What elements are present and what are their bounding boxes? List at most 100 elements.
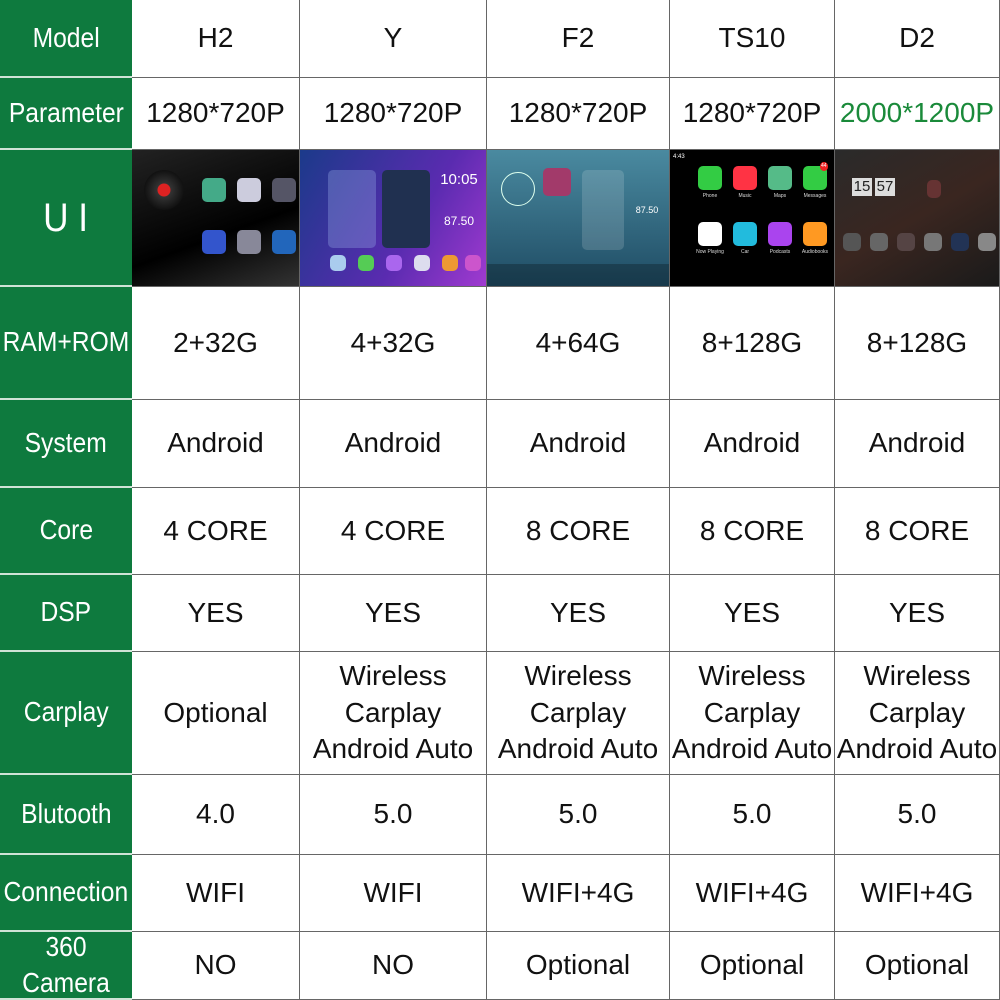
h2-ui-screenshot bbox=[132, 150, 299, 286]
cell-carplay: Wireless Carplay Android Auto bbox=[300, 652, 487, 775]
row-label-text: Blutooth bbox=[20, 797, 112, 829]
cell-blutooth: 5.0 bbox=[835, 775, 1000, 855]
cell-connection: WIFI+4G bbox=[487, 855, 670, 932]
notification-badge: 44 bbox=[820, 162, 828, 171]
cell-connection: WIFI bbox=[300, 855, 487, 932]
cell-connection: WIFI+4G bbox=[835, 855, 1000, 932]
row-label-model: Model bbox=[0, 0, 132, 78]
comparison-table: Model H2 Y F2 TS10 D2 Parameter 1280*720P 1280*7… bbox=[0, 0, 1000, 1000]
cell-360-camera: Optional bbox=[835, 932, 1000, 1000]
cell-core: 8 CORE bbox=[487, 488, 670, 575]
ts10-ui-screenshot: 4:43 44 Phone Music Maps Messages Now Pl… bbox=[670, 150, 834, 286]
app-label: Maps bbox=[773, 193, 787, 199]
cell-model: TS10 bbox=[670, 0, 835, 78]
ui-screenshot-cell: 4:43 44 Phone Music Maps Messages Now Pl… bbox=[670, 150, 835, 287]
row-label-text: DSP bbox=[40, 596, 92, 628]
cell-parameter: 1280*720P bbox=[670, 78, 835, 150]
row-label-text: 360 Camera bbox=[22, 932, 110, 998]
cell-blutooth: 4.0 bbox=[132, 775, 300, 855]
row-label-text: Carplay bbox=[23, 696, 109, 728]
row-label-blutooth: Blutooth bbox=[0, 775, 132, 855]
cell-dsp: YES bbox=[132, 575, 300, 652]
y-ui-screenshot: 10:05 87.50 bbox=[300, 150, 486, 286]
row-label-system: System bbox=[0, 400, 132, 488]
cell-dsp: YES bbox=[835, 575, 1000, 652]
cell-blutooth: 5.0 bbox=[487, 775, 670, 855]
cell-parameter: 1280*720P bbox=[487, 78, 670, 150]
row-label-dsp: DSP bbox=[0, 575, 132, 652]
cell-model: F2 bbox=[487, 0, 670, 78]
clock-icon bbox=[501, 172, 535, 206]
cell-dsp: YES bbox=[300, 575, 487, 652]
cell-system: Android bbox=[132, 400, 300, 488]
cell-connection: WIFI bbox=[132, 855, 300, 932]
ui-screenshot-cell: 87.50 bbox=[487, 150, 670, 287]
radio-frequency: 87.50 bbox=[635, 205, 659, 215]
cell-360-camera: NO bbox=[300, 932, 487, 1000]
row-label-text: RAM+ROM bbox=[2, 326, 130, 358]
clock-minute: 57 bbox=[875, 178, 895, 196]
cell-core: 8 CORE bbox=[835, 488, 1000, 575]
cell-ram-rom: 4+32G bbox=[300, 287, 487, 400]
app-label: Car bbox=[740, 249, 750, 255]
cell-dsp: YES bbox=[670, 575, 835, 652]
row-label-core: Core bbox=[0, 488, 132, 575]
cell-ram-rom: 8+128G bbox=[670, 287, 835, 400]
cell-blutooth: 5.0 bbox=[670, 775, 835, 855]
cell-core: 4 CORE bbox=[132, 488, 300, 575]
cell-carplay: Wireless Carplay Android Auto bbox=[487, 652, 670, 775]
cell-system: Android bbox=[300, 400, 487, 488]
clock-text: 4:43 bbox=[673, 154, 685, 160]
row-label-connection: Connection bbox=[0, 855, 132, 932]
row-label-u-i: U I bbox=[0, 150, 132, 287]
cell-system: Android bbox=[670, 400, 835, 488]
row-label-carplay: Carplay bbox=[0, 652, 132, 775]
cell-parameter: 1280*720P bbox=[132, 78, 300, 150]
row-label-text: System bbox=[24, 426, 108, 458]
cell-carplay: Wireless Carplay Android Auto bbox=[670, 652, 835, 775]
cell-parameter: 2000*1200P bbox=[835, 78, 1000, 150]
app-label: Podcasts bbox=[769, 249, 791, 255]
app-label: Audiobooks bbox=[801, 249, 829, 255]
cell-360-camera: Optional bbox=[487, 932, 670, 1000]
ui-screenshot-cell: 10:05 87.50 bbox=[300, 150, 487, 287]
row-label-parameter: Parameter bbox=[0, 78, 132, 150]
cell-ram-rom: 4+64G bbox=[487, 287, 670, 400]
cell-model: H2 bbox=[132, 0, 300, 78]
cell-ram-rom: 8+128G bbox=[835, 287, 1000, 400]
cell-ram-rom: 2+32G bbox=[132, 287, 300, 400]
row-label-text: Core bbox=[39, 514, 93, 546]
app-label: Now Playing bbox=[696, 249, 724, 255]
cell-blutooth: 5.0 bbox=[300, 775, 487, 855]
row-label-360-camera: 360 Camera bbox=[0, 932, 132, 1000]
row-label-text: U I bbox=[43, 195, 89, 240]
ui-screenshot-cell: 15 57 bbox=[835, 150, 1000, 287]
disc-icon bbox=[144, 170, 184, 210]
app-label: Music bbox=[738, 193, 752, 199]
row-label-text: Model bbox=[32, 21, 100, 53]
cell-360-camera: NO bbox=[132, 932, 300, 1000]
radio-frequency: 87.50 bbox=[443, 214, 475, 228]
cell-core: 8 CORE bbox=[670, 488, 835, 575]
cell-carplay: Optional bbox=[132, 652, 300, 775]
row-label-text: Parameter bbox=[8, 96, 124, 128]
cell-model: D2 bbox=[835, 0, 1000, 78]
clock-text: 10:05 bbox=[440, 171, 478, 188]
row-label-text: Connection bbox=[3, 876, 129, 908]
cell-system: Android bbox=[487, 400, 670, 488]
cell-system: Android bbox=[835, 400, 1000, 488]
cell-connection: WIFI+4G bbox=[670, 855, 835, 932]
cell-core: 4 CORE bbox=[300, 488, 487, 575]
cell-360-camera: Optional bbox=[670, 932, 835, 1000]
cell-parameter: 1280*720P bbox=[300, 78, 487, 150]
cell-dsp: YES bbox=[487, 575, 670, 652]
cell-carplay: Wireless Carplay Android Auto bbox=[835, 652, 1000, 775]
cell-model: Y bbox=[300, 0, 487, 78]
clock-hour: 15 bbox=[852, 178, 872, 196]
row-label-ram-rom: RAM+ROM bbox=[0, 287, 132, 400]
app-label: Phone bbox=[702, 193, 718, 199]
app-label: Messages bbox=[803, 193, 827, 199]
f2-ui-screenshot: 87.50 bbox=[487, 150, 669, 286]
ui-screenshot-cell bbox=[132, 150, 300, 287]
d2-ui-screenshot: 15 57 bbox=[835, 150, 999, 286]
